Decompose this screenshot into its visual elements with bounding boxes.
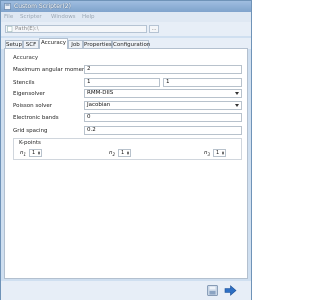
eigensolver-label: Eigensolver [13,91,46,97]
kpoints-title: K-points [19,140,41,146]
n1-value: 1 [32,150,36,156]
n3-sub: 3 [207,152,211,158]
menu-help[interactable]: Help [82,14,95,20]
electronic-bands-input[interactable]: 0 [84,113,242,122]
menu-bar: File Scripter Windows Help [1,12,251,22]
poisson-solver-label: Poisson solver [13,103,53,109]
spin-down-icon[interactable] [127,153,129,155]
grid-spacing-label: Grid spacing [13,128,48,134]
accuracy-panel: Accuracy Maximum angular momentum 2 Sten… [4,48,248,279]
app-window: Custom Scripter(2) File Scripter Windows… [0,0,252,300]
dropdown-arrow-icon [235,92,239,95]
dropdown-arrow-icon [235,104,239,107]
eigensolver-select[interactable]: RMM-DIIS [84,89,242,98]
eigensolver-value: RMM-DIIS [87,90,114,96]
n3-spinbox[interactable]: 1 [213,149,226,157]
kpoints-group: K-points n1 1 n2 1 n3 1 [13,138,242,160]
n2-value: 1 [121,150,125,156]
menu-scripter[interactable]: Scripter [20,14,42,20]
n2-sub: 2 [112,152,116,158]
poisson-solver-value: Jacobian [87,102,111,108]
path-value: Path(E):\ [15,26,39,32]
save-icon[interactable] [207,285,218,296]
menu-windows[interactable]: Windows [51,14,76,20]
app-icon [4,3,11,10]
browse-button[interactable]: ... [149,25,159,33]
n1-sub: 1 [23,152,27,158]
window-title: Custom Scripter(2) [14,3,71,10]
title-bar[interactable]: Custom Scripter(2) [1,1,251,12]
section-title: Accuracy [13,55,39,61]
stencils-input-1[interactable]: 1 [84,78,160,87]
run-arrow-icon[interactable] [224,285,237,296]
path-bar: Path(E):\ ... [1,22,251,36]
tab-accuracy[interactable]: Accuracy [39,38,68,49]
electronic-bands-label: Electronic bands [13,115,59,121]
stencils-input-2[interactable]: 1 [163,78,242,87]
poisson-solver-select[interactable]: Jacobian [84,101,242,110]
max-angular-momentum-input[interactable]: 2 [84,65,242,74]
n3-value: 1 [216,150,220,156]
footer-bar [1,281,251,300]
document-icon [7,26,13,32]
menu-file[interactable]: File [4,14,13,20]
spin-down-icon[interactable] [38,153,40,155]
n2-label: n2 [109,150,115,157]
spin-down-icon[interactable] [222,153,224,155]
path-input[interactable]: Path(E):\ [5,25,147,33]
stencils-label: Stencils [13,80,35,86]
n3-label: n3 [204,150,210,157]
n2-spinbox[interactable]: 1 [118,149,131,157]
n1-label: n1 [20,150,26,157]
grid-spacing-input[interactable]: 0.2 [84,126,242,135]
n1-spinbox[interactable]: 1 [29,149,42,157]
